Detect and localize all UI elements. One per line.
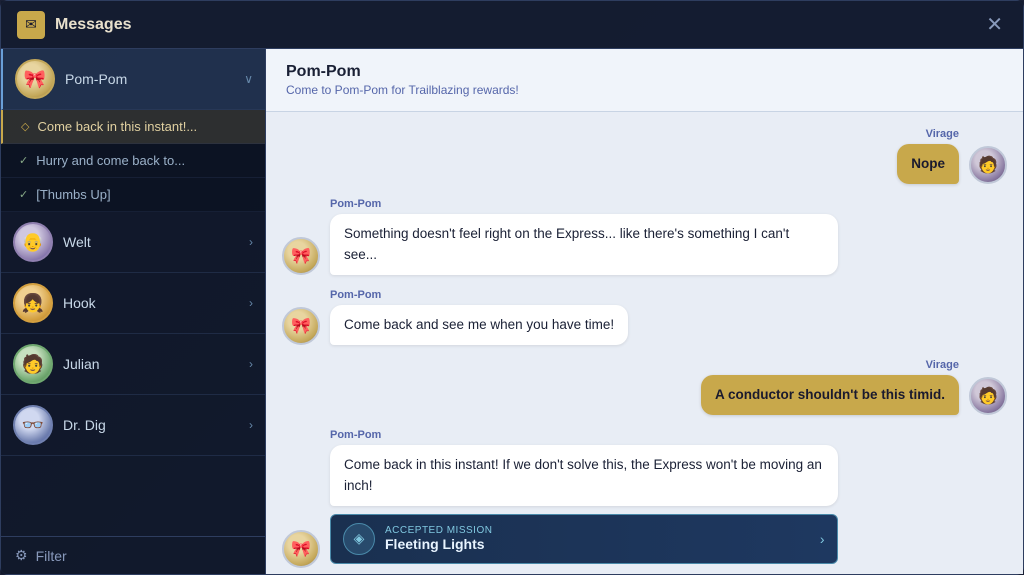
avatar-drdig — [13, 405, 53, 445]
julian-face-icon — [22, 354, 44, 375]
chevron-right-icon-hook: › — [249, 296, 253, 310]
main-content: Pom-Pom ∨ ◇ Come back in this instant!..… — [1, 49, 1023, 574]
sidebar-item-pompom[interactable]: Pom-Pom ∨ — [1, 49, 265, 110]
msg-sender-virage-4: Virage — [701, 359, 959, 371]
pompom-face-icon-2 — [291, 246, 311, 266]
drdig-face-icon — [22, 415, 44, 436]
app-window: ✉ Messages ✕ Pom-Pom ∨ ◇ Come back in th… — [0, 0, 1024, 575]
title-left: ✉ Messages — [17, 11, 132, 39]
msg-content-2: Pom-Pom Something doesn't feel right on … — [330, 198, 838, 275]
msg-sender-pompom-3: Pom-Pom — [330, 289, 628, 301]
msg-content-5: Pom-Pom Come back in this instant! If we… — [330, 429, 838, 568]
msg-content-4: Virage A conductor shouldn't be this tim… — [701, 359, 959, 415]
sidebar: Pom-Pom ∨ ◇ Come back in this instant!..… — [1, 49, 266, 574]
contact-name-hook: Hook — [63, 295, 239, 311]
welt-face-icon — [22, 232, 44, 253]
avatar-pompom-msg-3 — [282, 307, 320, 345]
message-row-3: Pom-Pom Come back and see me when you ha… — [282, 289, 1007, 345]
contact-name-pompom: Pom-Pom — [65, 71, 234, 87]
msg-bubble-5: Come back in this instant! If we don't s… — [330, 445, 838, 506]
chat-messages: Virage Nope Pom-Pom Something doesn't fe… — [266, 112, 1023, 574]
avatar-pompom — [15, 59, 55, 99]
window-title: Messages — [55, 16, 132, 34]
chat-contact-name: Pom-Pom — [286, 63, 1003, 81]
check-icon-1: ✓ — [19, 154, 28, 167]
mission-name: Fleeting Lights — [385, 536, 810, 552]
check-icon-2: ✓ — [19, 188, 28, 201]
msg-bubble-2: Something doesn't feel right on the Expr… — [330, 214, 838, 275]
mission-label: Accepted Mission — [385, 525, 810, 536]
close-button[interactable]: ✕ — [982, 8, 1007, 41]
message-row-1: Virage Nope — [282, 128, 1007, 184]
pompom-face-icon-3 — [291, 316, 311, 336]
chevron-right-icon-drdig: › — [249, 418, 253, 432]
virage-face-icon-4 — [978, 386, 998, 406]
message-row-4: Virage A conductor shouldn't be this tim… — [282, 359, 1007, 415]
title-bar: ✉ Messages ✕ — [1, 1, 1023, 49]
avatar-hook — [13, 283, 53, 323]
sidebar-item-welt[interactable]: Welt › — [1, 212, 265, 273]
sub-item-come-back-instant[interactable]: ◇ Come back in this instant!... — [1, 110, 265, 144]
mission-diamond-icon: ◈ — [354, 530, 365, 547]
msg-bubble-3: Come back and see me when you have time! — [330, 305, 628, 345]
sub-item-label-come-back: Come back in this instant!... — [37, 119, 197, 134]
pompom-sub-items: ◇ Come back in this instant!... ✓ Hurry … — [1, 110, 265, 212]
sub-item-label-hurry: Hurry and come back to... — [36, 153, 185, 168]
sub-item-hurry-come-back[interactable]: ✓ Hurry and come back to... — [1, 144, 265, 178]
diamond-icon: ◇ — [21, 120, 29, 133]
chevron-right-icon-welt: › — [249, 235, 253, 249]
sub-item-thumbs-up[interactable]: ✓ [Thumbs Up] — [1, 178, 265, 212]
mission-text: Accepted Mission Fleeting Lights — [385, 525, 810, 552]
chevron-right-icon-julian: › — [249, 357, 253, 371]
chevron-down-icon: ∨ — [244, 72, 253, 86]
chat-contact-subtitle: Come to Pom-Pom for Trailblazing rewards… — [286, 83, 1003, 97]
msg-content-1: Virage Nope — [897, 128, 959, 184]
mission-chevron-icon: › — [820, 531, 825, 547]
avatar-welt — [13, 222, 53, 262]
msg-sender-pompom-2: Pom-Pom — [330, 198, 838, 210]
message-row-5: Pom-Pom Come back in this instant! If we… — [282, 429, 1007, 568]
virage-face-icon-1 — [978, 155, 998, 175]
filter-label: Filter — [36, 548, 67, 564]
sidebar-item-julian[interactable]: Julian › — [1, 334, 265, 395]
msg-bubble-4: A conductor shouldn't be this timid. — [701, 375, 959, 415]
avatar-pompom-msg-5 — [282, 530, 320, 568]
filter-icon: ⚙ — [15, 547, 28, 564]
sidebar-spacer — [1, 456, 265, 536]
pompom-face-icon — [24, 69, 46, 90]
avatar-julian — [13, 344, 53, 384]
filter-bar[interactable]: ⚙ Filter — [1, 536, 265, 574]
avatar-virage-4 — [969, 377, 1007, 415]
msg-content-3: Pom-Pom Come back and see me when you ha… — [330, 289, 628, 345]
msg-sender-virage-1: Virage — [897, 128, 959, 140]
contact-name-welt: Welt — [63, 234, 239, 250]
chat-header: Pom-Pom Come to Pom-Pom for Trailblazing… — [266, 49, 1023, 112]
hook-face-icon — [22, 293, 44, 314]
pompom-face-icon-5 — [291, 539, 311, 559]
messages-icon: ✉ — [17, 11, 45, 39]
chat-area: Pom-Pom Come to Pom-Pom for Trailblazing… — [266, 49, 1023, 574]
contact-name-drdig: Dr. Dig — [63, 417, 239, 433]
msg-sender-pompom-5: Pom-Pom — [330, 429, 838, 441]
sidebar-item-hook[interactable]: Hook › — [1, 273, 265, 334]
chat-scroll-container: Virage Nope Pom-Pom Something doesn't fe… — [266, 112, 1023, 574]
contact-name-julian: Julian — [63, 356, 239, 372]
avatar-pompom-msg-2 — [282, 237, 320, 275]
msg-bubble-1: Nope — [897, 144, 959, 184]
message-row-2: Pom-Pom Something doesn't feel right on … — [282, 198, 1007, 275]
mission-card[interactable]: ◈ Accepted Mission Fleeting Lights › — [330, 514, 838, 564]
avatar-virage-1 — [969, 146, 1007, 184]
sub-item-label-thumbs: [Thumbs Up] — [36, 187, 110, 202]
mission-icon-wrap: ◈ — [343, 523, 375, 555]
sidebar-item-drdig[interactable]: Dr. Dig › — [1, 395, 265, 456]
